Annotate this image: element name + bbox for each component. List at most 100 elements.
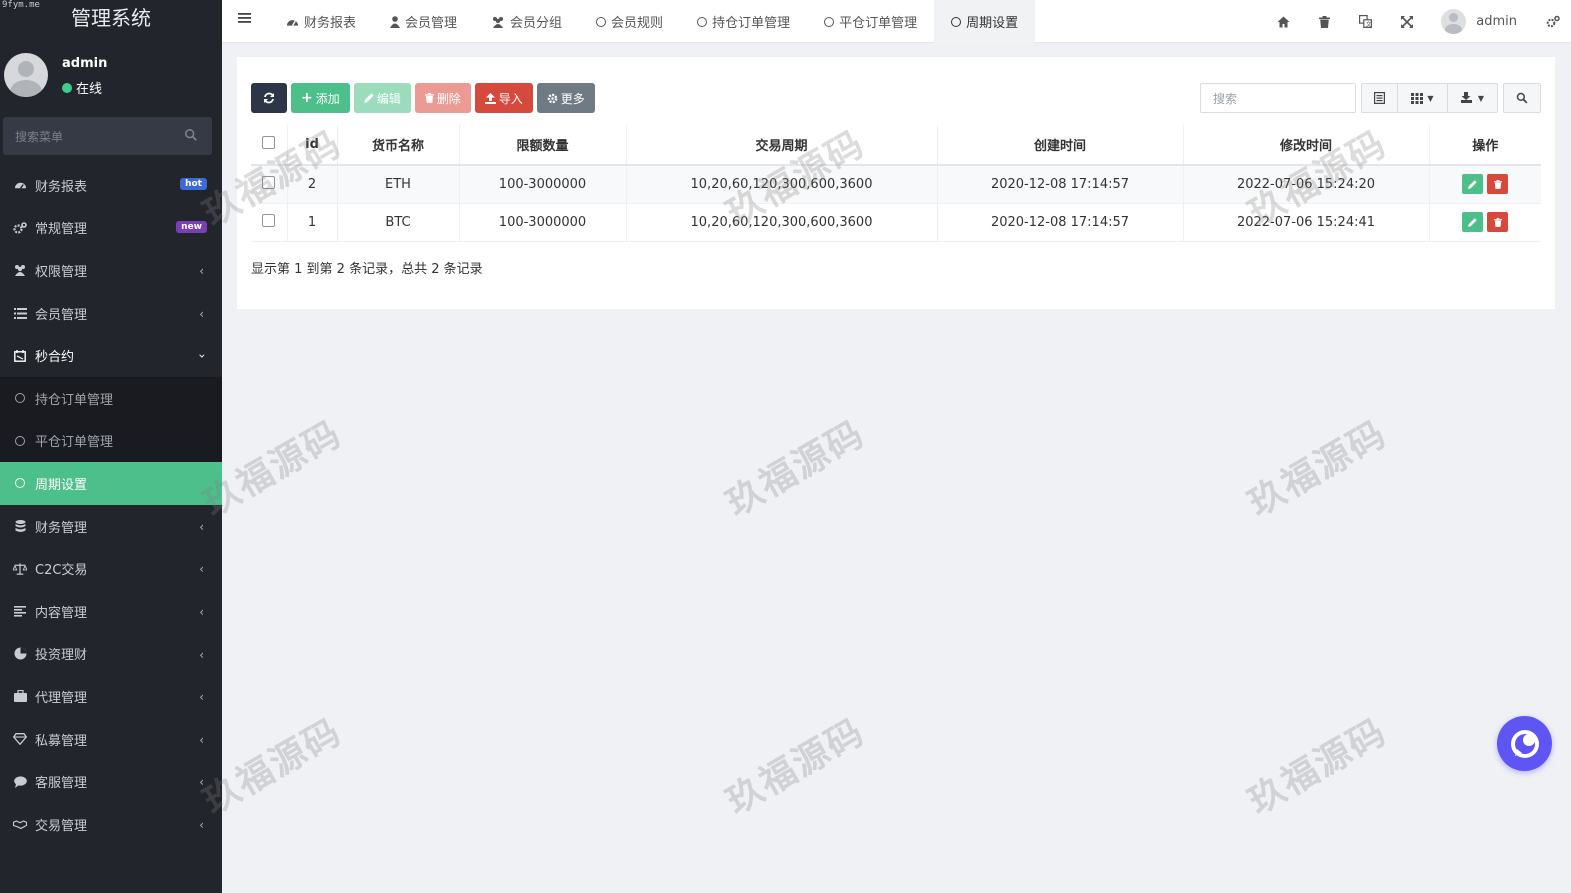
tab-member-groups[interactable]: 会员分组 <box>474 0 579 43</box>
column-header[interactable]: 修改时间 <box>1182 125 1429 166</box>
chevron-left-icon: ‹ <box>199 817 204 832</box>
table-search-input[interactable]: 搜索 <box>1200 83 1356 113</box>
circle-icon <box>824 16 835 27</box>
add-button[interactable]: + 添加 <box>291 83 350 113</box>
cell-limit: 100-3000000 <box>458 203 626 242</box>
add-button-label: 添加 <box>315 91 340 106</box>
fullscreen-icon[interactable] <box>1386 0 1427 43</box>
row-checkbox[interactable] <box>262 175 276 189</box>
tab-label: 会员管理 <box>405 16 458 31</box>
sidebar-item-general[interactable]: 常规管理 new <box>0 207 222 250</box>
edit-button[interactable]: 编辑 <box>353 83 411 113</box>
avatar <box>4 53 48 97</box>
search-icon[interactable] <box>184 128 198 142</box>
tab-finance-report[interactable]: 财务报表 <box>269 0 373 43</box>
cell-id: 2 <box>286 165 337 204</box>
tab-label: 财务报表 <box>304 16 357 31</box>
sidebar-item-label: 周期设置 <box>35 477 88 493</box>
sidebar-item-investment[interactable]: 投资理财 ‹ <box>0 633 222 676</box>
tab-period-settings[interactable]: 周期设置 <box>934 0 1036 43</box>
sidebar-item-members[interactable]: 会员管理 ‹ <box>0 292 222 335</box>
row-delete-button[interactable] <box>1487 212 1509 232</box>
cell-actions <box>1428 165 1541 204</box>
sidebar-item-label: 客服管理 <box>35 776 88 792</box>
tab-members[interactable]: 会员管理 <box>373 0 474 43</box>
trash-icon[interactable] <box>1304 0 1345 43</box>
sidebar-search[interactable]: 搜索菜单 <box>3 117 212 155</box>
home-icon[interactable] <box>1263 0 1304 43</box>
sidebar-item-finance-report[interactable]: 财务报表 hot <box>0 164 222 207</box>
balance-scale-icon <box>13 562 27 576</box>
cell-periods: 10,20,60,120,300,600,3600 <box>625 203 937 242</box>
hamburger-menu-icon[interactable] <box>238 11 252 25</box>
top-right-tools: 文 admin <box>1263 0 1571 43</box>
sidebar-item-finance[interactable]: 财务管理 ‹ <box>0 505 222 548</box>
sidebar-item-private-equity[interactable]: 私募管理 ‹ <box>0 718 222 761</box>
user-menu[interactable]: admin <box>1427 9 1535 34</box>
submenu-second-contract: 持仓订单管理 平仓订单管理 <box>0 376 222 463</box>
refresh-icon <box>264 92 274 104</box>
sidebar-item-label: 内容管理 <box>35 605 88 621</box>
export-dropdown-button[interactable]: ▼ <box>1448 83 1498 113</box>
sidebar-item-period-settings[interactable]: 周期设置 <box>0 462 222 505</box>
sidebar-item-c2c[interactable]: C2C交易 ‹ <box>0 547 222 590</box>
import-button[interactable]: 导入 <box>474 83 533 113</box>
grid-icon <box>1411 92 1424 104</box>
more-button[interactable]: 更多 <box>536 83 595 113</box>
caret-down-icon: ▼ <box>1477 93 1485 103</box>
more-button-label: 更多 <box>560 91 585 106</box>
chat-button[interactable] <box>1497 716 1552 771</box>
sidebar-item-open-orders[interactable]: 持仓订单管理 <box>0 377 222 420</box>
row-delete-button[interactable] <box>1487 174 1509 195</box>
pagination-info: 显示第 1 到第 2 条记录，总共 2 条记录 <box>251 262 483 277</box>
sidebar-item-label: C2C交易 <box>35 563 88 579</box>
tab-closed-orders[interactable]: 平仓订单管理 <box>807 0 934 43</box>
trash-icon <box>1493 217 1502 227</box>
pencil-icon <box>363 93 374 103</box>
row-edit-button[interactable] <box>1462 212 1484 232</box>
select-all-checkbox[interactable] <box>262 136 276 149</box>
toggle-view-button[interactable] <box>1361 83 1398 113</box>
watermark-text: 玖福源码 <box>1241 413 1394 525</box>
user-status: 在线 <box>62 78 102 97</box>
column-header: 操作 <box>1428 125 1541 166</box>
sidebar-item-label: 投资理财 <box>35 648 88 664</box>
sidebar-item-permissions[interactable]: 权限管理 ‹ <box>0 249 222 292</box>
delete-button[interactable]: 删除 <box>414 83 471 113</box>
cogs-icon[interactable] <box>1535 0 1571 43</box>
chevron-down-icon: ‹ <box>194 353 209 359</box>
row-checkbox[interactable] <box>262 213 276 227</box>
sidebar-search-input[interactable]: 搜索菜单 <box>15 128 63 145</box>
table-row[interactable]: 1 BTC 100-3000000 10,20,60,120,300,600,3… <box>251 203 1541 242</box>
column-header[interactable]: 交易周期 <box>625 125 937 166</box>
translate-icon[interactable]: 文 <box>1345 0 1386 43</box>
tab-open-orders[interactable]: 持仓订单管理 <box>680 0 807 43</box>
column-header[interactable]: id <box>286 125 337 166</box>
sidebar-item-content[interactable]: 内容管理 ‹ <box>0 590 222 633</box>
export-icon <box>1460 92 1472 103</box>
online-dot-icon <box>62 82 72 93</box>
row-edit-button[interactable] <box>1462 174 1484 195</box>
sidebar-item-closed-orders[interactable]: 平仓订单管理 <box>0 420 222 463</box>
pencil-icon <box>1468 217 1477 227</box>
sidebar-item-customer-service[interactable]: 客服管理 ‹ <box>0 760 222 803</box>
site-watermark: 9fym.me <box>2 0 40 10</box>
column-header[interactable]: 创建时间 <box>936 125 1183 166</box>
sidebar-item-second-contract[interactable]: 秒合约 ‹ <box>0 334 222 377</box>
table-row[interactable]: 2 ETH 100-3000000 10,20,60,120,300,600,3… <box>251 165 1541 204</box>
sidebar-item-agents[interactable]: 代理管理 ‹ <box>0 675 222 718</box>
columns-dropdown-button[interactable]: ▼ <box>1398 83 1448 113</box>
tab-member-rules[interactable]: 会员规则 <box>579 0 680 43</box>
circle-icon <box>951 16 962 27</box>
column-header[interactable]: 货币名称 <box>336 125 459 166</box>
caret-down-icon: ▼ <box>1427 93 1434 103</box>
sidebar-item-trading[interactable]: 交易管理 ‹ <box>0 803 222 846</box>
database-icon <box>13 519 27 533</box>
list-icon <box>13 306 27 320</box>
column-header[interactable]: 限额数量 <box>458 125 626 166</box>
refresh-button[interactable] <box>251 83 287 113</box>
upload-icon <box>484 92 496 104</box>
search-button[interactable] <box>1503 83 1541 113</box>
chevron-left-icon: ‹ <box>199 604 204 619</box>
data-table: id 货币名称 限额数量 交易周期 创建时间 修改时间 操作 2 ETH 100… <box>251 125 1541 242</box>
